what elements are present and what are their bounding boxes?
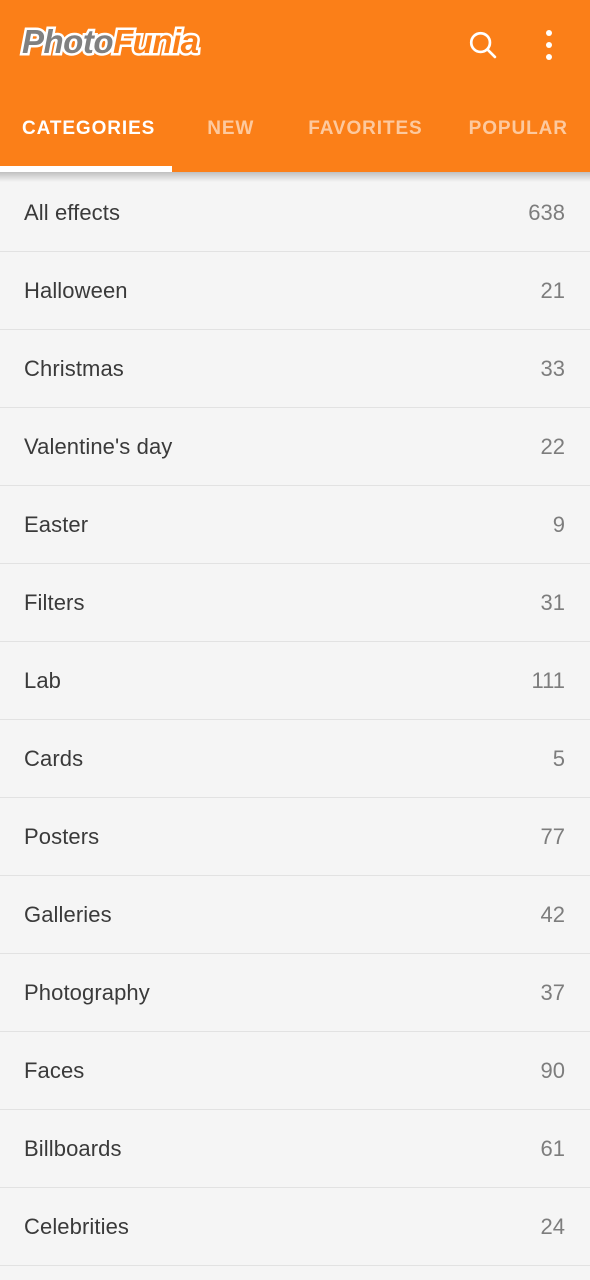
category-name: Easter — [24, 511, 89, 537]
category-name: Galleries — [24, 901, 112, 927]
category-count: 42 — [540, 901, 565, 927]
tab-new[interactable]: NEW — [177, 92, 284, 172]
category-name: Cards — [24, 745, 84, 771]
category-count: 21 — [540, 277, 565, 303]
category-name: Halloween — [24, 277, 128, 303]
category-name: Posters — [24, 823, 100, 849]
category-row[interactable]: Photography 37 — [0, 954, 590, 1032]
category-name: Billboards — [24, 1135, 122, 1161]
category-row[interactable]: Billboards 61 — [0, 1110, 590, 1188]
category-count: 90 — [540, 1057, 565, 1083]
category-row[interactable]: Faces 90 — [0, 1032, 590, 1110]
category-name: Christmas — [24, 355, 124, 381]
category-name: Photography — [24, 979, 150, 1005]
tab-popular[interactable]: POPULAR — [447, 92, 590, 172]
app-bar-top: PhotoFunia — [0, 0, 590, 92]
category-count: 5 — [552, 745, 565, 771]
category-row[interactable]: Posters 77 — [0, 798, 590, 876]
category-row[interactable]: Easter 9 — [0, 486, 590, 564]
category-row[interactable]: Filters 31 — [0, 564, 590, 642]
logo-text-primary: Photo — [20, 21, 116, 63]
category-row[interactable]: Galleries 42 — [0, 876, 590, 954]
category-name: Celebrities — [24, 1213, 130, 1239]
category-list[interactable]: All effects 638 Halloween 21 Christmas 33 Vale… — [0, 174, 590, 1280]
category-count: 638 — [528, 199, 565, 225]
category-count: 77 — [540, 823, 565, 849]
category-row[interactable]: Halloween 21 — [0, 252, 590, 330]
category-row[interactable]: Cards 5 — [0, 720, 590, 798]
category-name: Filters — [24, 589, 85, 615]
category-count: 31 — [540, 589, 565, 615]
tab-categories[interactable]: CATEGORIES — [0, 92, 177, 172]
category-count: 111 — [531, 667, 565, 693]
category-name: All effects — [24, 199, 121, 225]
tab-bar: CATEGORIES NEW FAVORITES POPULAR — [0, 92, 590, 172]
category-count: 61 — [540, 1135, 565, 1161]
category-row[interactable]: All effects 638 — [0, 174, 590, 252]
search-icon — [469, 31, 497, 59]
category-count: 33 — [540, 355, 565, 381]
app-logo: PhotoFunia — [20, 21, 202, 63]
category-row[interactable]: Christmas 33 — [0, 330, 590, 408]
more-vertical-icon — [546, 28, 552, 62]
category-row[interactable]: Celebrities 24 — [0, 1188, 590, 1266]
category-name: Faces — [24, 1057, 85, 1083]
app-bar: PhotoFunia CATEGORIES NEW FAVORITES POPU… — [0, 0, 590, 172]
category-name: Valentine's day — [24, 433, 173, 459]
category-count: 37 — [540, 979, 565, 1005]
app-bar-actions — [456, 18, 576, 72]
category-count: 9 — [552, 511, 565, 537]
category-row[interactable]: Lab 111 — [0, 642, 590, 720]
category-row[interactable]: Valentine's day 22 — [0, 408, 590, 486]
app-screen: PhotoFunia CATEGORIES NEW FAVORITES POPU… — [0, 0, 590, 1280]
search-button[interactable] — [456, 18, 510, 72]
logo-text-secondary: Funia — [110, 21, 201, 63]
category-count: 22 — [540, 433, 565, 459]
category-name: Lab — [24, 667, 62, 693]
tab-favorites[interactable]: FAVORITES — [284, 92, 446, 172]
tab-active-indicator — [0, 166, 172, 172]
category-count: 24 — [540, 1213, 565, 1239]
overflow-menu-button[interactable] — [522, 18, 576, 72]
